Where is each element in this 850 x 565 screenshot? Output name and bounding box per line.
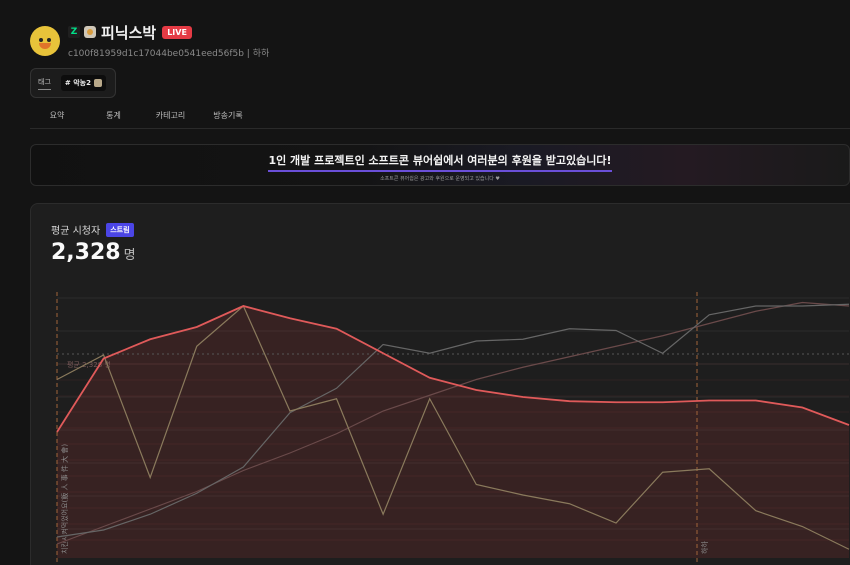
tag-label: 태그 [38, 77, 51, 90]
category-icon [93, 79, 102, 87]
channel-thumbnail-icon [84, 26, 96, 38]
tab-broadcast-history[interactable]: 방송기록 [198, 110, 258, 128]
metric-number: 2,328 [51, 240, 121, 265]
avg-viewers-card: 평균 2,328 명치킨시켜먹었어요(飯 人 事 件 大 會) 하하 평균 시청자… [30, 203, 850, 565]
nav-tabs: 요약 통계 카테고리 방송기록 [30, 110, 850, 129]
banner-title: 1인 개발 프로젝트인 소프트콘 뷰어쉽에서 여러분의 후원을 받고있습니다! [268, 152, 612, 172]
event-label: 치킨시켜먹었어요(飯 人 事 件 大 會) [60, 444, 69, 554]
tag-chip[interactable]: # 악농2 [60, 75, 106, 91]
donation-banner[interactable]: 1인 개발 프로젝트인 소프트콘 뷰어쉽에서 여러분의 후원을 받고있습니다! … [30, 144, 850, 186]
streamer-name: 피닉스박 [101, 23, 157, 42]
channel-id: c100f81959d1c17044be0541eed56f5b | 하하 [68, 49, 270, 59]
tab-category[interactable]: 카테고리 [143, 110, 198, 128]
tab-stats[interactable]: 통계 [84, 110, 143, 128]
metric-value: 2,328 명 [51, 240, 136, 265]
metric-label: 평균 시청자 [51, 226, 101, 237]
event-label: 하하 [700, 541, 709, 554]
viewer-chart: 평균 2,328 명치킨시켜먹었어요(飯 人 事 件 大 會) 하하 [56, 292, 850, 565]
chzzk-logo-icon: Z [68, 26, 80, 38]
banner-subtitle: 소프트콘 뷰어쉽은 광고와 후원으로 운영되고 있습니다 ♥ [380, 176, 500, 182]
tab-summary[interactable]: 요약 [30, 110, 84, 128]
series-area [57, 306, 849, 558]
live-badge: LIVE [162, 25, 192, 39]
tag-box: 태그 # 악농2 [30, 68, 116, 98]
stream-badge[interactable]: 스트림 [106, 222, 134, 237]
average-label: 평균 2,328 명 [67, 360, 111, 369]
streamer-avatar [30, 25, 60, 56]
metric-unit: 명 [123, 248, 136, 263]
tag-chip-label: # 악농2 [64, 79, 91, 87]
streamer-profile: Z 피닉스박 LIVE c100f81959d1c17044be0541eed5… [30, 22, 269, 59]
